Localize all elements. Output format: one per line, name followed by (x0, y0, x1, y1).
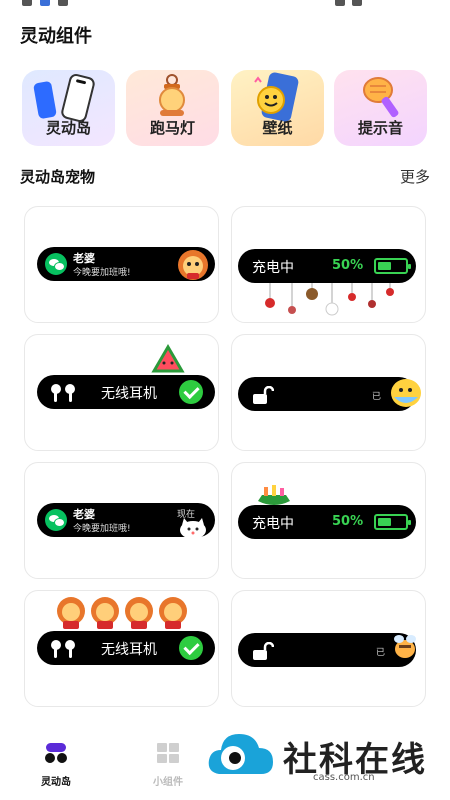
status-icon (22, 0, 32, 6)
watermark-url: cass.com.cn (313, 772, 375, 783)
component-card-wallpaper[interactable]: 壁纸 (231, 70, 324, 146)
component-card-ringtone[interactable]: 提示音 (334, 70, 427, 146)
pet-card[interactable]: 老婆 今晚要加班哦! 现在 (24, 462, 219, 579)
airpods-icon (51, 640, 75, 658)
tab-label: 小组件 (153, 777, 183, 788)
more-link[interactable]: 更多 (400, 166, 430, 187)
battery-fill (378, 518, 391, 526)
pet-card[interactable]: 已 (231, 334, 426, 451)
island-icon (45, 743, 67, 763)
contact-name: 老婆 (73, 508, 95, 521)
tab-widgets[interactable]: 小组件 (138, 742, 198, 788)
wechat-icon (45, 253, 67, 275)
cat-pet-icon (180, 518, 206, 539)
dragon-boat-icon (258, 485, 290, 505)
charging-label: 充电中 (252, 516, 294, 532)
component-card-marquee[interactable]: 跑马灯 (126, 70, 219, 146)
island-pill: 充电中 50% (238, 249, 416, 283)
earbuds-label: 无线耳机 (101, 642, 157, 658)
status-icon (40, 0, 50, 6)
pet-card[interactable]: 无线耳机 (24, 334, 219, 451)
component-card-label: 壁纸 (262, 119, 293, 137)
status-text: 已 (376, 648, 386, 658)
bee-pet-icon (394, 635, 416, 658)
lion-dance-pets-icon (57, 597, 187, 629)
widget-grid-icon (157, 743, 179, 763)
pet-card[interactable]: 老婆 今晚要加班哦! (24, 206, 219, 323)
check-icon (179, 636, 203, 660)
message-preview: 今晚要加班哦! (73, 524, 131, 534)
cloud-logo-icon (208, 734, 273, 774)
unlock-icon (253, 642, 274, 660)
message-preview: 今晚要加班哦! (73, 268, 131, 278)
component-card-label: 灵动岛 (45, 119, 91, 137)
component-card-island[interactable]: 灵动岛 (22, 70, 115, 146)
unlock-icon (253, 386, 274, 404)
battery-status-icon (352, 0, 362, 6)
battery-percent: 50% (332, 514, 364, 529)
check-icon (179, 380, 203, 404)
pet-card[interactable]: 充电中 50% (231, 462, 426, 579)
island-pill: 充电中 50% (238, 505, 416, 539)
bird-pet-icon (391, 379, 421, 407)
component-card-label: 提示音 (357, 119, 403, 137)
island-pill: 无线耳机 (37, 375, 215, 409)
battery-percent: 50% (332, 258, 364, 273)
wechat-icon (45, 509, 67, 531)
contact-name: 老婆 (73, 252, 95, 265)
pets-section-title: 灵动岛宠物 (20, 168, 96, 186)
christmas-ornaments-icon (265, 283, 394, 316)
component-card-label: 跑马灯 (149, 119, 195, 137)
pet-card[interactable]: 无线耳机 (24, 590, 219, 707)
status-icon (58, 0, 68, 6)
status-bar (0, 0, 450, 10)
battery-icon (374, 258, 411, 274)
watermark: 社科在线 cass.com.cn (205, 726, 445, 786)
signal-icon (335, 0, 345, 6)
battery-icon (374, 514, 411, 530)
status-text: 已 (372, 392, 382, 402)
pet-card[interactable]: 充电中 50% (231, 206, 426, 323)
tab-island[interactable]: 灵动岛 (26, 742, 86, 788)
tab-label: 灵动岛 (41, 777, 71, 788)
pet-card[interactable]: 已 (231, 590, 426, 707)
battery-fill (378, 262, 391, 270)
airpods-icon (51, 384, 75, 402)
components-section-title: 灵动组件 (20, 26, 92, 47)
island-pill: 无线耳机 (37, 631, 215, 665)
watermelon-pet-icon (151, 344, 185, 373)
charging-label: 充电中 (252, 260, 294, 276)
earbuds-label: 无线耳机 (101, 386, 157, 402)
lion-pet-icon (178, 250, 208, 280)
